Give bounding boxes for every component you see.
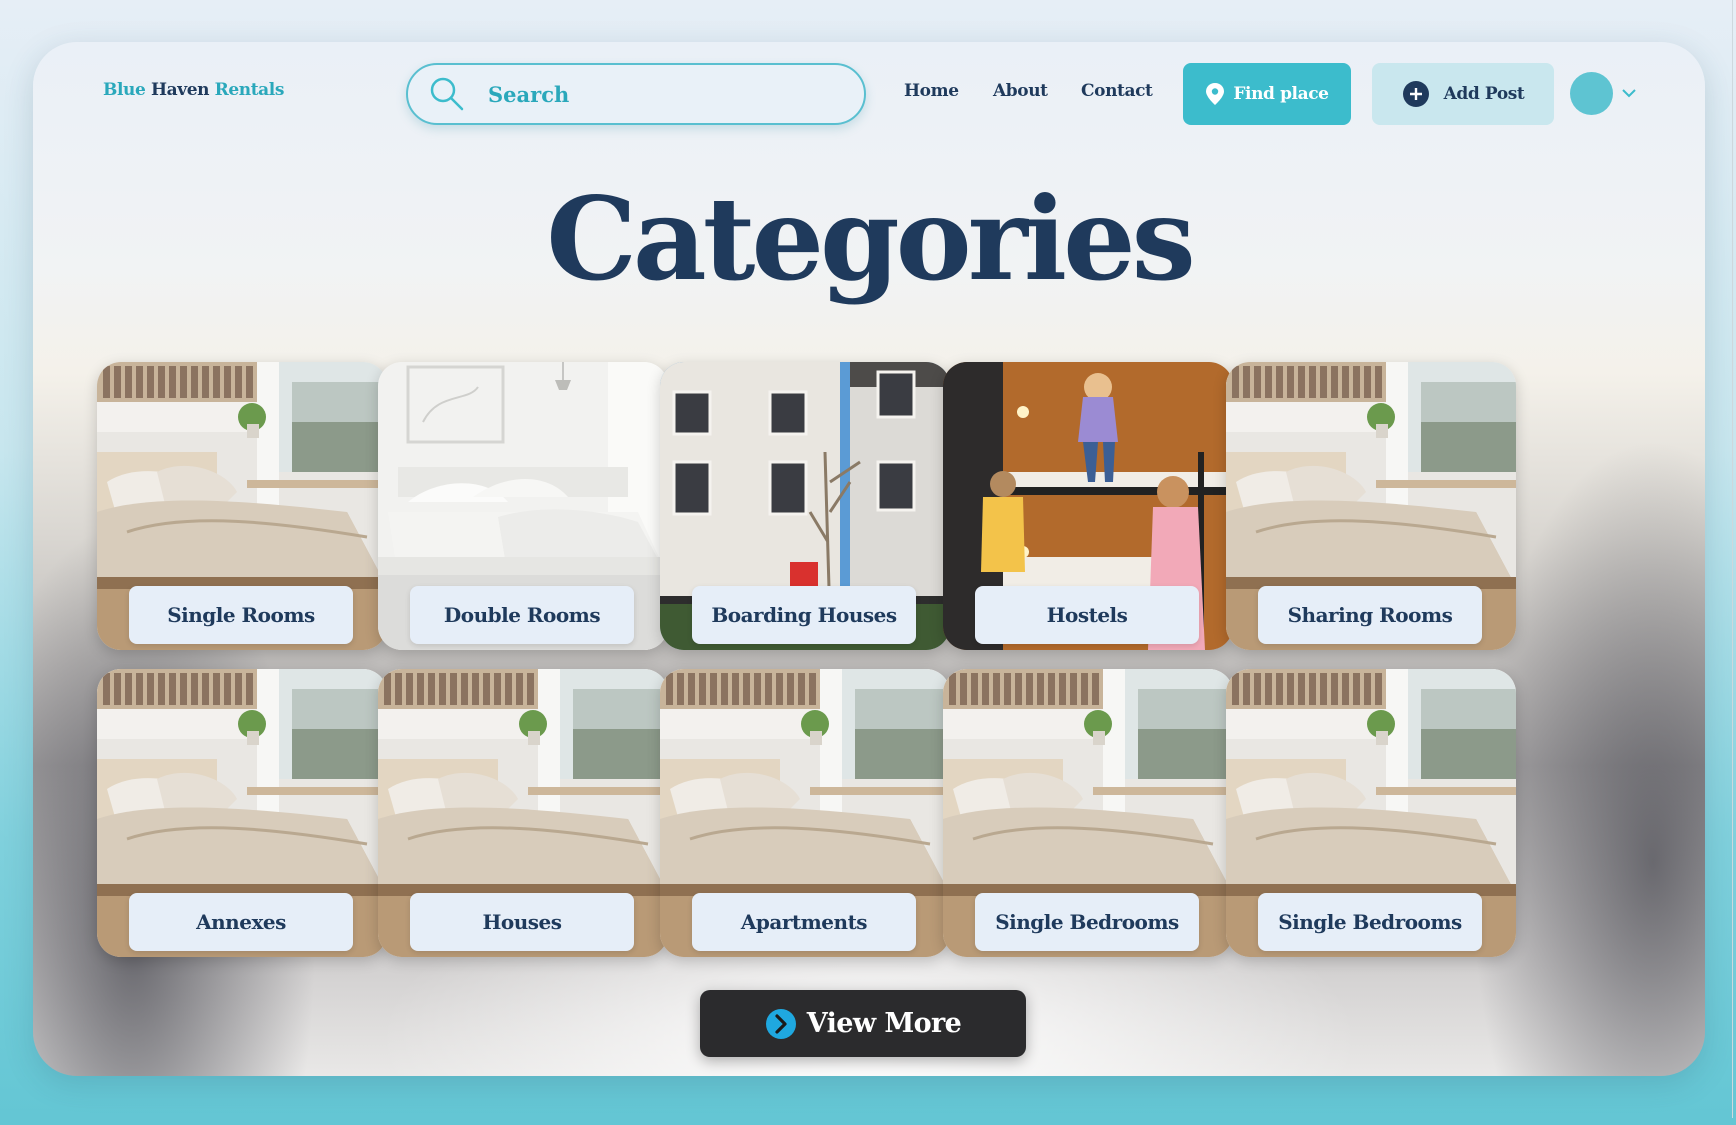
category-card[interactable]: Houses (378, 669, 668, 957)
category-card[interactable]: Single Bedrooms (1226, 669, 1516, 957)
category-label[interactable]: Single Bedrooms (975, 893, 1199, 951)
category-card[interactable]: Annexes (97, 669, 387, 957)
location-pin-icon (1206, 83, 1225, 105)
nav-about[interactable]: About (993, 81, 1048, 101)
category-card[interactable]: Double Rooms (378, 362, 668, 650)
category-label[interactable]: Annexes (129, 893, 353, 951)
brand-part-3: Rentals (214, 80, 285, 100)
page-title: Categories (546, 172, 1196, 306)
category-label[interactable]: Single Rooms (129, 586, 353, 644)
brand-part-2: Haven (150, 80, 210, 100)
plus-circle-icon (1402, 81, 1429, 107)
search-input[interactable] (488, 81, 808, 107)
brand-logo[interactable]: Blue Haven Rentals (103, 80, 284, 100)
category-card[interactable]: Single Rooms (97, 362, 387, 650)
find-place-label: Find place (1233, 84, 1329, 104)
brand-part-1: Blue (103, 80, 146, 100)
avatar[interactable] (1570, 72, 1613, 115)
category-label[interactable]: Hostels (975, 586, 1199, 644)
add-post-button[interactable]: Add Post (1372, 63, 1554, 125)
chevron-right-icon (765, 1008, 796, 1039)
category-card[interactable]: Single Bedrooms (943, 669, 1233, 957)
category-label[interactable]: Sharing Rooms (1258, 586, 1482, 644)
view-more-label: View More (806, 1008, 962, 1039)
category-label[interactable]: Houses (410, 893, 634, 951)
category-label[interactable]: Double Rooms (410, 586, 634, 644)
search-bar (406, 63, 866, 125)
find-place-button[interactable]: Find place (1183, 63, 1351, 125)
category-card[interactable]: Boarding Houses (660, 362, 950, 650)
main-card: Blue Haven Rentals Home About Contact Fi… (33, 42, 1705, 1076)
nav-contact[interactable]: Contact (1081, 81, 1153, 101)
chevron-down-icon[interactable] (1621, 85, 1637, 101)
category-label[interactable]: Boarding Houses (692, 586, 916, 644)
category-card[interactable]: Apartments (660, 669, 950, 957)
view-more-button[interactable]: View More (700, 990, 1026, 1057)
category-card[interactable]: Sharing Rooms (1226, 362, 1516, 650)
category-label[interactable]: Apartments (692, 893, 916, 951)
add-post-label: Add Post (1443, 84, 1525, 104)
category-label[interactable]: Single Bedrooms (1258, 893, 1482, 951)
nav-home[interactable]: Home (904, 81, 959, 101)
category-card[interactable]: Hostels (943, 362, 1233, 650)
search-icon[interactable] (428, 75, 466, 113)
